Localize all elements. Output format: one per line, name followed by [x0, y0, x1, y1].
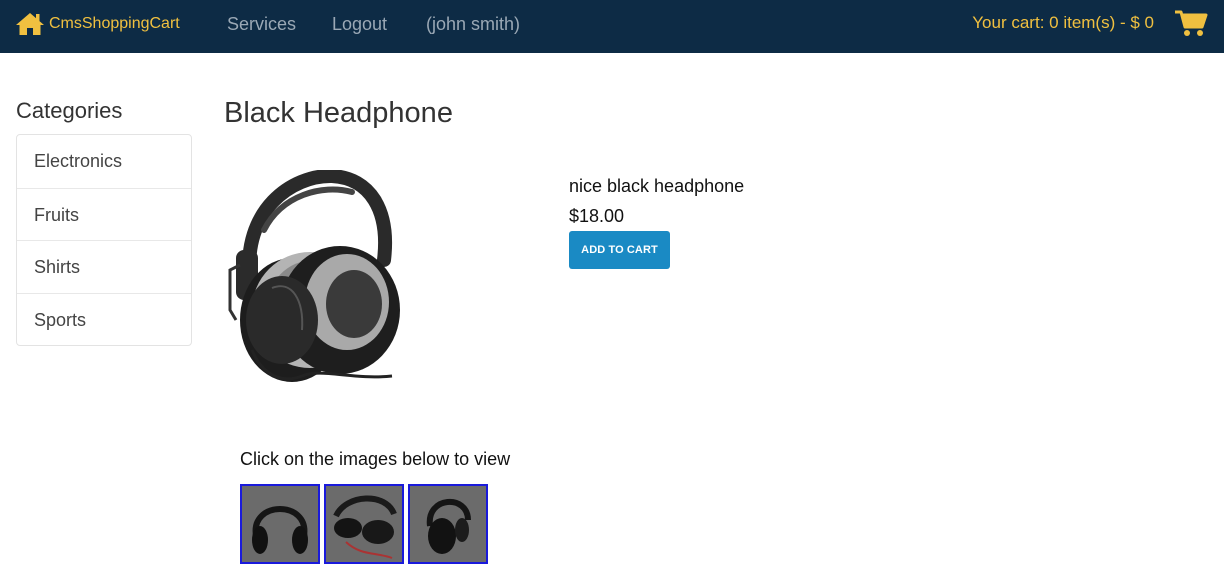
- category-list: Electronics Fruits Shirts Sports: [16, 134, 192, 346]
- product-price: $18.00: [569, 206, 625, 226]
- gallery-thumbnail-2[interactable]: [324, 484, 404, 564]
- category-item-electronics[interactable]: Electronics: [17, 135, 191, 188]
- nav-link-logout[interactable]: Logout: [332, 12, 387, 36]
- category-item-fruits[interactable]: Fruits: [17, 187, 191, 241]
- sidebar-title: Categories: [16, 98, 123, 123]
- category-item-shirts[interactable]: Shirts: [17, 240, 191, 293]
- top-navbar: CmsShoppingCart Services Logout (john sm…: [0, 0, 1224, 53]
- user-name: (john smith): [426, 14, 521, 34]
- add-to-cart-button[interactable]: ADD TO CART: [569, 231, 670, 269]
- gallery-instruction: Click on the images below to view: [240, 449, 511, 469]
- category-sidebar: Categories Electronics Fruits Shirts Spo…: [16, 96, 192, 346]
- shopping-cart-icon: [1175, 10, 1208, 36]
- product-image: [228, 170, 400, 382]
- category-item-sports[interactable]: Sports: [17, 292, 191, 346]
- home-icon: [16, 13, 44, 35]
- brand-link[interactable]: CmsShoppingCart: [15, 10, 180, 38]
- gallery-thumbnail-3[interactable]: [408, 484, 488, 564]
- nav-link-services[interactable]: Services: [227, 12, 296, 36]
- brand-label: CmsShoppingCart: [49, 15, 180, 32]
- product-description: nice black headphone: [569, 176, 745, 196]
- cart-summary-link[interactable]: Your cart: 0 item(s) - $ 0: [972, 8, 1208, 38]
- product-title: Black Headphone: [224, 97, 453, 129]
- gallery-thumbnail-1[interactable]: [240, 484, 320, 564]
- cart-summary-text: Your cart: 0 item(s) - $ 0: [972, 13, 1154, 32]
- thumbnail-gallery: [240, 484, 488, 564]
